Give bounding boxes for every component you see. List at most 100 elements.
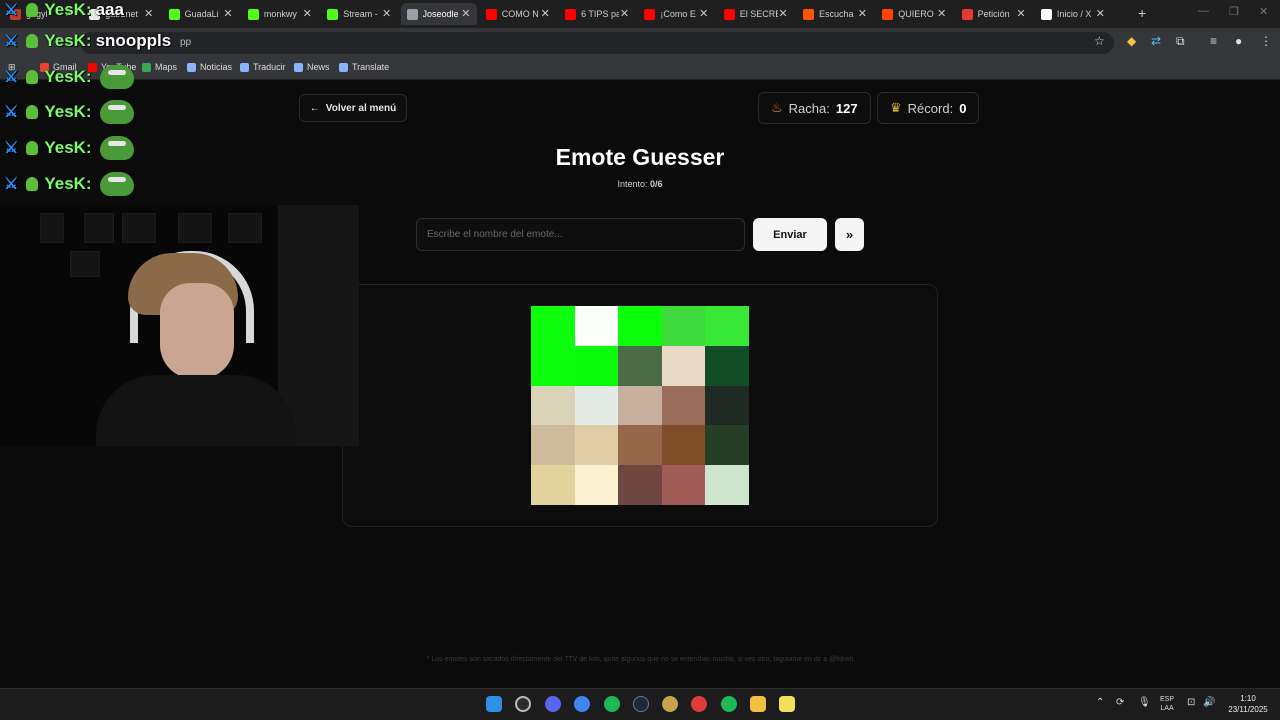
badge-sword-icon: ⚔ bbox=[4, 176, 19, 193]
browser-tab[interactable]: El SECRE ✕ bbox=[718, 3, 794, 25]
close-tab-icon[interactable]: ✕ bbox=[699, 7, 708, 20]
tab-favicon-icon bbox=[168, 8, 180, 20]
bookmark-item[interactable]: News bbox=[294, 62, 330, 72]
close-tab-icon[interactable]: ✕ bbox=[778, 7, 787, 20]
browser-tab[interactable]: monkwy ✕ bbox=[242, 3, 318, 25]
spotify-icon[interactable] bbox=[604, 696, 620, 712]
browser-tab[interactable]: 6 TIPS pa ✕ bbox=[559, 3, 635, 25]
close-tab-icon[interactable]: ✕ bbox=[223, 7, 232, 20]
chat-text: snooppls bbox=[95, 31, 172, 50]
app-icon[interactable] bbox=[691, 696, 707, 712]
close-tab-icon[interactable]: ✕ bbox=[620, 7, 629, 20]
clock[interactable]: 1:10 23/11/2025 bbox=[1222, 693, 1274, 715]
record-label: Récord: bbox=[907, 100, 954, 116]
close-tab-icon[interactable]: ✕ bbox=[1016, 7, 1025, 20]
bookmark-item[interactable]: Translate bbox=[339, 62, 389, 72]
close-tab-icon[interactable]: ✕ bbox=[1096, 7, 1105, 20]
browser-tab[interactable]: Escucha ✕ bbox=[797, 3, 873, 25]
badge-frog-icon bbox=[26, 70, 39, 84]
language-indicator[interactable]: ESP LAA bbox=[1160, 695, 1174, 713]
search-icon[interactable] bbox=[515, 696, 531, 712]
chat-username: YesK: bbox=[44, 102, 92, 121]
pixel-cell bbox=[574, 465, 619, 505]
discord-icon[interactable] bbox=[545, 696, 561, 712]
skip-button[interactable]: » bbox=[835, 218, 864, 251]
microphone-icon[interactable]: 🎙 bbox=[1138, 697, 1151, 708]
extension-icon[interactable]: ◆ bbox=[1127, 34, 1136, 48]
tab-title: monkwy bbox=[263, 9, 297, 19]
browser-tab[interactable]: Stream - ✕ bbox=[321, 3, 397, 25]
close-tab-icon[interactable]: ✕ bbox=[461, 7, 470, 20]
file-explorer-icon[interactable] bbox=[750, 696, 766, 712]
tab-favicon-icon bbox=[961, 8, 973, 20]
tab-favicon-icon bbox=[327, 8, 339, 20]
close-window-icon[interactable]: ✕ bbox=[1259, 5, 1268, 18]
emote-guess-input[interactable] bbox=[416, 218, 745, 251]
browser-tab[interactable]: QUIERO ✕ bbox=[876, 3, 952, 25]
tab-favicon-icon bbox=[803, 8, 814, 20]
pixel-cell bbox=[618, 425, 662, 466]
reading-list-icon[interactable]: ≡ bbox=[1210, 34, 1217, 48]
browser-tab[interactable]: ¡Como E ✕ bbox=[638, 3, 714, 25]
tab-title: Inicio / X bbox=[1056, 9, 1092, 19]
pixel-cell bbox=[574, 345, 619, 386]
chrome-icon[interactable] bbox=[574, 696, 590, 712]
badge-frog-icon bbox=[26, 177, 39, 191]
profile-avatar-icon[interactable]: ● bbox=[1235, 34, 1242, 48]
maximize-icon[interactable]: ❐ bbox=[1229, 5, 1239, 18]
badge-sword-icon: ⚔ bbox=[4, 2, 19, 19]
menu-kebab-icon[interactable]: ⋮ bbox=[1260, 34, 1272, 48]
tab-favicon-icon bbox=[882, 8, 894, 20]
record-value: 0 bbox=[959, 100, 967, 116]
extensions-puzzle-icon[interactable]: ⧉ bbox=[1176, 34, 1185, 49]
tab-favicon-icon bbox=[644, 8, 656, 20]
chat-username: YesK: bbox=[44, 0, 92, 19]
bookmark-star-icon[interactable]: ☆ bbox=[1094, 34, 1105, 48]
spotify-icon-2[interactable] bbox=[721, 696, 737, 712]
tab-favicon-icon bbox=[485, 8, 497, 20]
streak-counter: ♨ Racha: 127 bbox=[758, 92, 871, 124]
close-tab-icon[interactable]: ✕ bbox=[303, 7, 312, 20]
close-tab-icon[interactable]: ✕ bbox=[937, 7, 946, 20]
streak-value: 127 bbox=[835, 100, 858, 116]
bookmark-label: Traducir bbox=[253, 62, 286, 72]
app-icon-2[interactable] bbox=[779, 696, 795, 712]
chevron-up-icon[interactable]: ⌃ bbox=[1096, 697, 1104, 708]
windows-start-icon[interactable] bbox=[486, 696, 502, 712]
address-bar[interactable]: pp bbox=[80, 32, 1114, 54]
back-to-menu-button[interactable]: ← Volver al menú bbox=[299, 94, 407, 122]
badge-frog-icon bbox=[26, 3, 39, 17]
network-icon[interactable]: ⊡ bbox=[1187, 697, 1195, 708]
tab-title: 6 TIPS pa bbox=[581, 9, 620, 19]
new-tab-button[interactable]: + bbox=[1138, 5, 1146, 21]
bookmark-favicon-icon bbox=[187, 62, 196, 72]
chat-username: YesK: bbox=[44, 138, 92, 157]
steam-icon[interactable] bbox=[633, 696, 649, 712]
bookmark-item[interactable]: Maps bbox=[142, 62, 177, 72]
bookmark-item[interactable]: Traducir bbox=[240, 62, 286, 72]
volume-icon[interactable]: 🔊 bbox=[1203, 697, 1215, 708]
close-tab-icon[interactable]: ✕ bbox=[541, 7, 550, 20]
browser-tab[interactable]: Petición ✕ bbox=[956, 3, 1032, 25]
tab-favicon-icon bbox=[247, 8, 259, 20]
webcam-overlay bbox=[0, 205, 359, 446]
pixel-cell bbox=[531, 306, 575, 346]
minimize-icon[interactable]: — bbox=[1198, 5, 1209, 17]
browser-tab[interactable]: Joseodle ✕ bbox=[400, 3, 477, 25]
browser-tab[interactable]: COMO N ✕ bbox=[480, 3, 556, 25]
game-launcher-icon[interactable] bbox=[662, 696, 678, 712]
close-tab-icon[interactable]: ✕ bbox=[382, 7, 391, 20]
submit-guess-button[interactable]: Enviar bbox=[753, 218, 827, 251]
close-tab-icon[interactable]: ✕ bbox=[858, 7, 867, 20]
bookmark-favicon-icon bbox=[339, 62, 348, 72]
browser-tab[interactable]: Inicio / X ✕ bbox=[1035, 3, 1111, 25]
close-tab-icon[interactable]: ✕ bbox=[144, 7, 153, 20]
translate-extension-icon[interactable]: ⇄ bbox=[1151, 34, 1161, 48]
pixel-cell bbox=[574, 385, 619, 426]
chat-message: ⚔ YesK: bbox=[4, 65, 134, 89]
bookmark-item[interactable]: Noticias bbox=[187, 62, 232, 72]
tab-title: Escucha bbox=[819, 9, 854, 19]
badge-frog-icon bbox=[26, 34, 39, 48]
sync-icon[interactable]: ⟳ bbox=[1116, 697, 1124, 708]
browser-tab[interactable]: GuadaLi ✕ bbox=[163, 3, 239, 25]
